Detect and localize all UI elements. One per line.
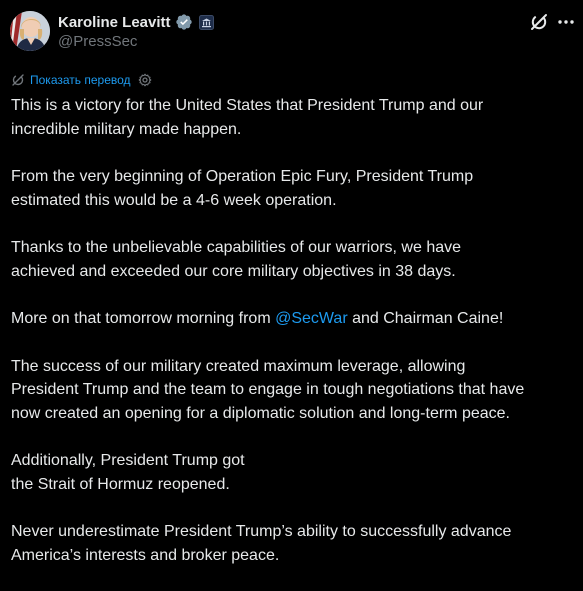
post-paragraph-3: Thanks to the unbelievable capabilities … [11, 239, 462, 280]
gear-icon[interactable] [138, 73, 152, 87]
mention-link-secwar[interactable]: @SecWar [275, 310, 348, 327]
post-paragraph-5: The success of our military created maxi… [11, 357, 525, 422]
government-badge-icon[interactable] [198, 14, 214, 30]
post-paragraph-7: Never underestimate President Trump’s ab… [11, 523, 512, 564]
post-paragraph-4-end: and Chairman Caine! [347, 310, 504, 327]
more-options-icon[interactable] [556, 12, 576, 32]
verified-badge-icon[interactable] [175, 13, 193, 31]
post-paragraph-4-start: More on that tomorrow morning from [11, 310, 276, 327]
display-name[interactable]: Karoline Leavitt [58, 14, 171, 31]
post-paragraph-4: More on that tomorrow morning from @SecW… [11, 307, 579, 331]
show-translation-link[interactable]: Показать перевод [30, 73, 131, 87]
grok-icon[interactable] [529, 12, 549, 32]
post: Karoline Leavitt @PressSec Показать пере… [0, 0, 583, 578]
post-paragraph-2: From the very beginning of Operation Epi… [11, 168, 474, 209]
avatar-image [10, 11, 50, 51]
post-text: This is a victory for the United States … [11, 94, 579, 591]
author-name-row: Karoline Leavitt [58, 12, 214, 32]
author-handle[interactable]: @PressSec [58, 33, 137, 50]
avatar[interactable] [10, 11, 50, 51]
translate-row: Показать перевод [11, 72, 152, 88]
post-paragraph-1: This is a victory for the United States … [11, 97, 484, 138]
post-paragraph-6: Additionally, President Trump got the St… [11, 452, 245, 493]
translate-icon [11, 73, 25, 87]
